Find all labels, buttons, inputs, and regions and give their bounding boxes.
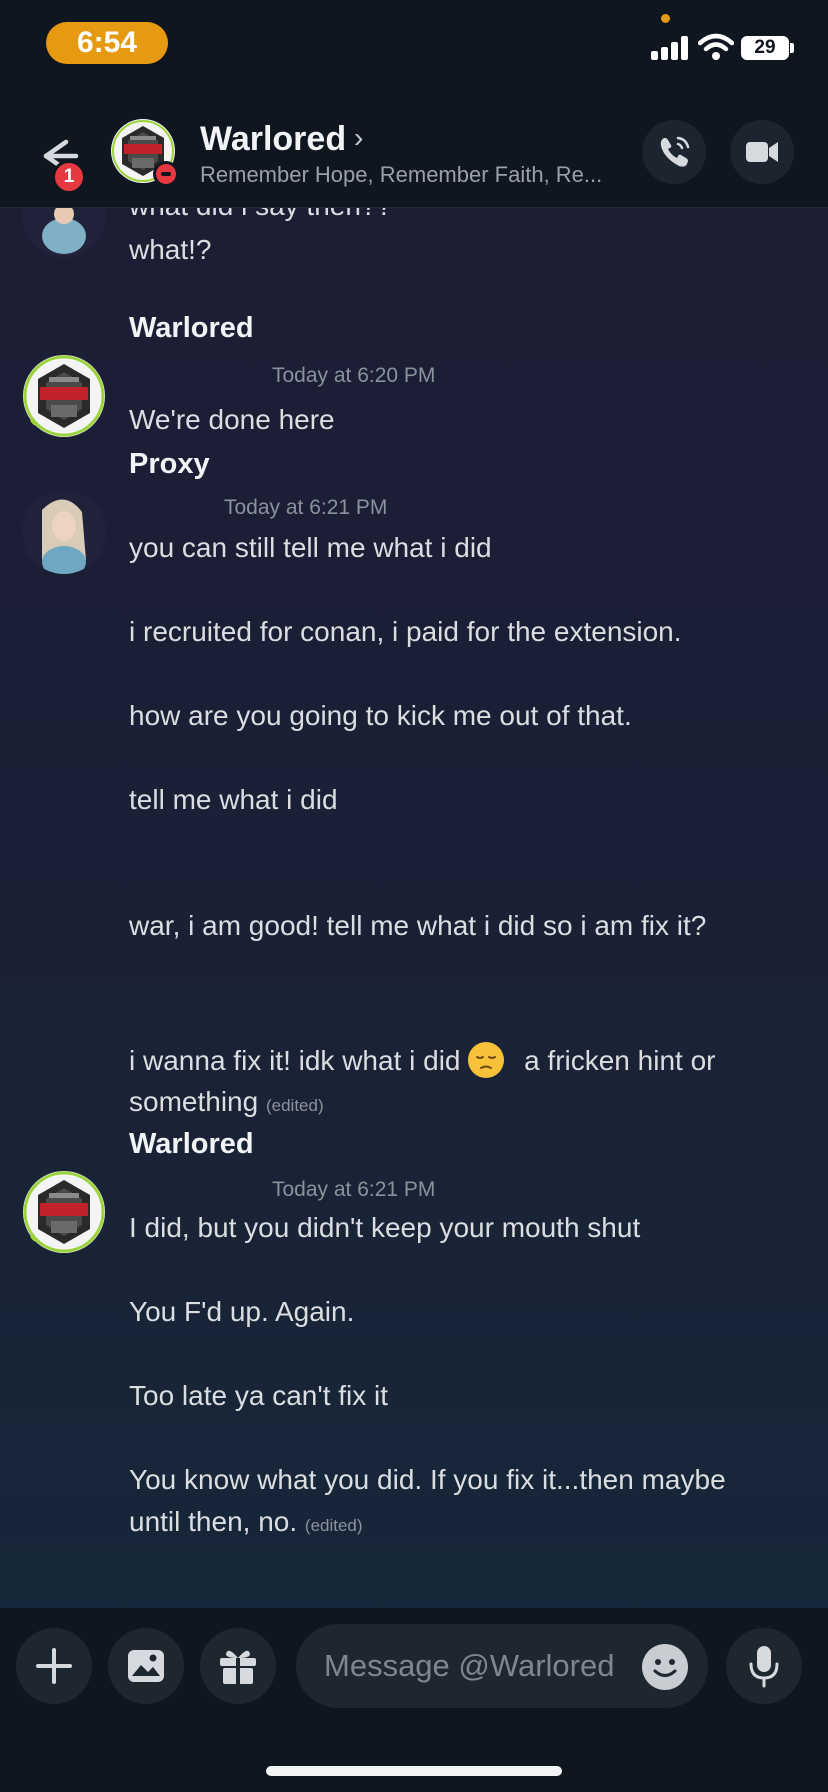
message-author[interactable]: Proxy (129, 448, 210, 481)
plus-icon (36, 1648, 72, 1684)
cellular-signal-icon (651, 36, 691, 60)
message-line: something (edited) (129, 1086, 324, 1118)
battery-tip (790, 43, 794, 53)
emoji-picker-button[interactable] (642, 1644, 688, 1690)
message-line: how are you going to kick me out of that… (129, 700, 632, 731)
proxy-avatar[interactable] (22, 490, 106, 574)
phone-icon (660, 136, 690, 167)
message-text: until then, no. (129, 1506, 298, 1537)
gallery-button[interactable] (108, 1628, 184, 1704)
message-line: You F'd up. Again. (129, 1296, 355, 1327)
gift-icon (220, 1650, 256, 1684)
proxy-avatar[interactable] (22, 208, 106, 258)
message-line: war, i am good! tell me what i did so i … (129, 910, 707, 941)
message-line: until then, no. (edited) (129, 1506, 363, 1538)
gift-button[interactable] (200, 1628, 276, 1704)
message-line: You know what you did. If you fix it...t… (129, 1464, 726, 1495)
dm-header: 1 Warlored › Remember Hope, Remember Fai… (0, 88, 828, 208)
message-list[interactable]: what did i say then?? what!? Warlored To… (0, 208, 828, 1608)
home-indicator[interactable] (266, 1766, 562, 1776)
message-text: a fricken hint or (524, 1045, 716, 1076)
message-text: something (129, 1086, 259, 1117)
message-line: I did, but you didn't keep your mouth sh… (129, 1212, 641, 1243)
video-call-button[interactable] (730, 120, 794, 184)
message-timestamp: Today at 6:20 PM (272, 364, 436, 387)
warlored-avatar[interactable] (22, 354, 106, 438)
voice-call-button[interactable] (642, 120, 706, 184)
message-line: what!? (129, 234, 212, 265)
message-line: Too late ya can't fix it (129, 1380, 389, 1411)
message-line: We're done here (129, 404, 335, 435)
header-username[interactable]: Warlored (200, 120, 346, 159)
emoji-icon (653, 1659, 677, 1677)
video-camera-icon (746, 142, 778, 162)
status-bar: 6:54 29 (0, 0, 828, 88)
edited-label: (edited) (304, 1516, 363, 1535)
custom-status-text: Remember Hope, Remember Faith, Re... (200, 162, 603, 187)
message-text: i wanna fix it! idk what i did (129, 1045, 461, 1076)
composer-bar (0, 1608, 828, 1792)
message-line: you can still tell me what i did (129, 532, 492, 563)
message-line: tell me what i did (129, 784, 338, 815)
do-not-disturb-status-icon (153, 161, 179, 187)
message-line: i wanna fix it! idk what i did a fricken… (129, 1042, 715, 1078)
unread-badge: 1 (52, 160, 86, 194)
microphone-icon (749, 1646, 779, 1688)
image-icon (128, 1650, 164, 1682)
message-timestamp: Today at 6:21 PM (224, 496, 388, 519)
message-timestamp: Today at 6:21 PM (272, 1178, 436, 1201)
warlored-avatar[interactable] (22, 1170, 106, 1254)
chevron-right-icon[interactable]: › (354, 122, 363, 154)
message-author[interactable]: Warlored (129, 1128, 254, 1161)
message-line: i recruited for conan, i paid for the ex… (129, 616, 682, 647)
edited-label: (edited) (265, 1096, 324, 1115)
add-attachment-button[interactable] (16, 1628, 92, 1704)
battery-icon: 29 (741, 36, 789, 60)
voice-message-button[interactable] (726, 1628, 802, 1704)
wifi-icon (698, 33, 734, 60)
status-time: 6:54 (46, 22, 168, 64)
message-author[interactable]: Warlored (129, 312, 254, 345)
message-line: what did i say then?? (129, 208, 392, 222)
pensive-face-emoji (468, 1042, 505, 1078)
privacy-indicator-dot (661, 14, 670, 23)
battery-level: 29 (754, 37, 776, 58)
